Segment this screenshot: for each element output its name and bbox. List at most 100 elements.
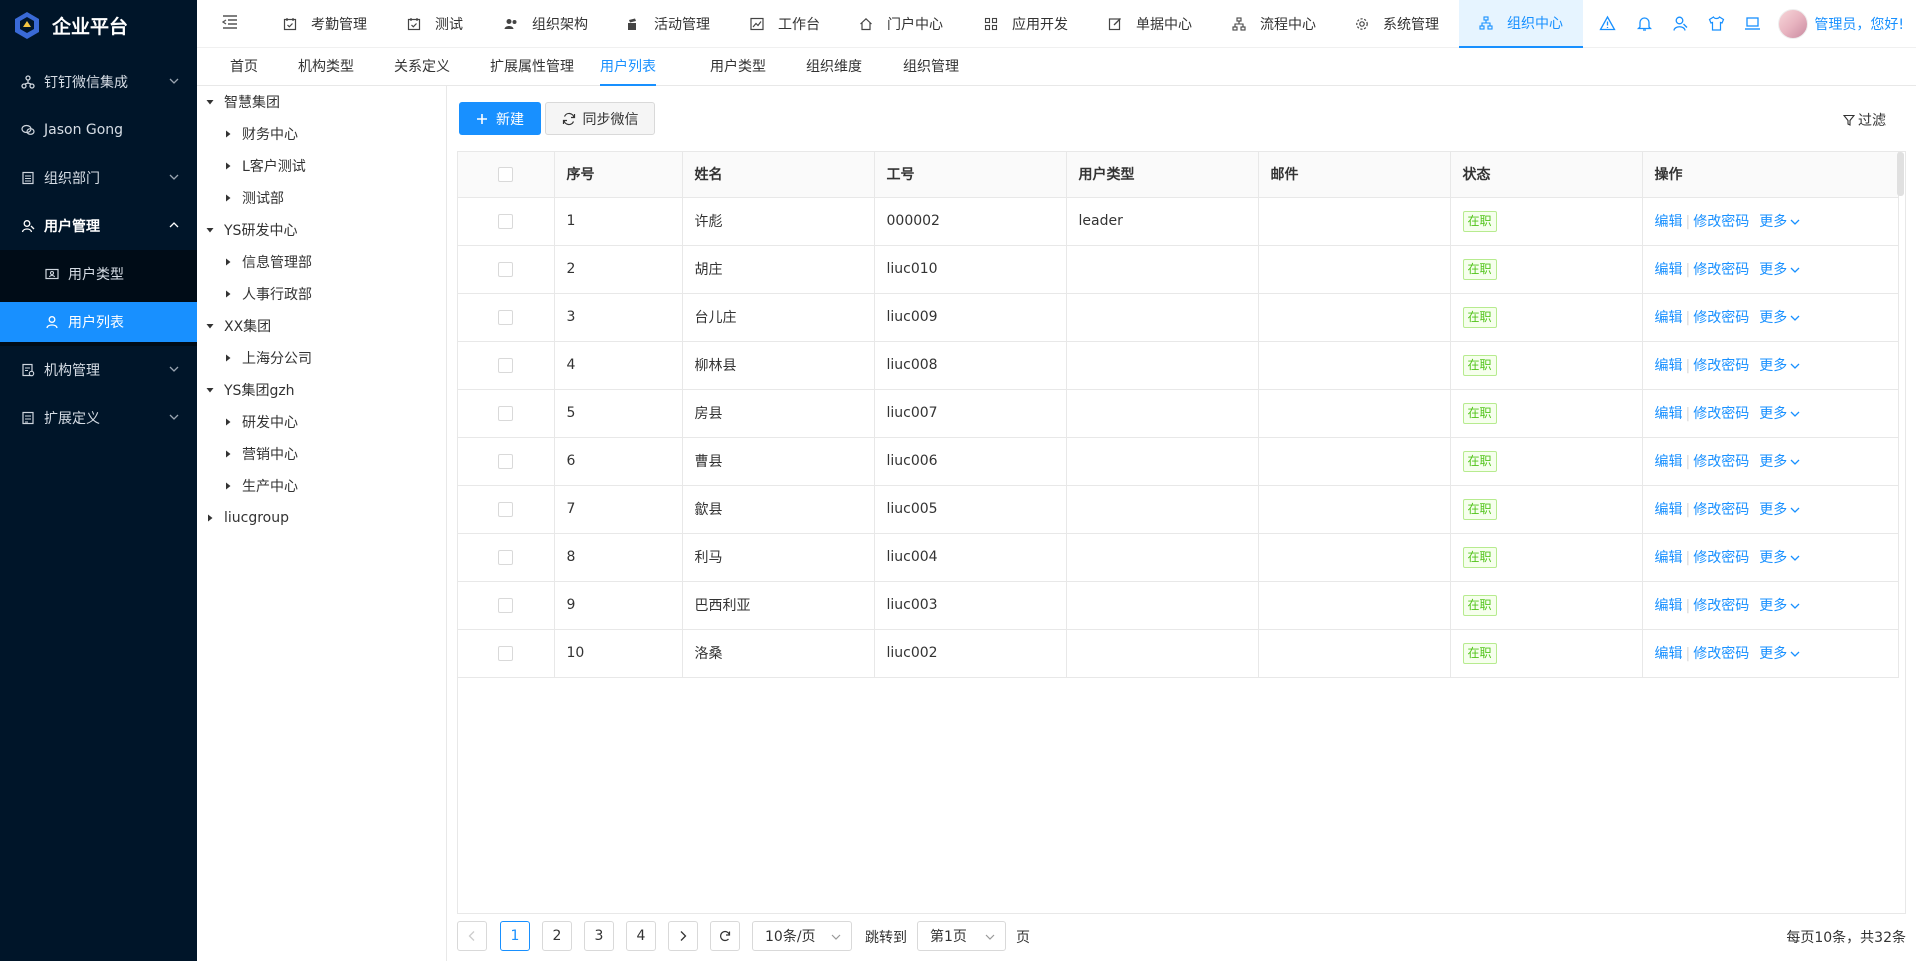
nav-item-documents[interactable]: 单据中心	[1108, 0, 1192, 48]
sidebar-subitem-user-list[interactable]: 用户列表	[0, 302, 197, 342]
menu-fold-icon[interactable]	[221, 13, 239, 31]
row-checkbox[interactable]	[498, 261, 514, 277]
more-dropdown[interactable]: 更多	[1759, 454, 1800, 470]
tree-node[interactable]: 研发中心	[223, 406, 298, 438]
row-checkbox[interactable]	[498, 501, 514, 517]
table-row[interactable]: 3 台儿庄 liuc009 在职 编辑 | 修改密码 更多	[458, 293, 1899, 342]
change-password-link[interactable]: 修改密码	[1693, 358, 1749, 374]
table-row[interactable]: 5 房县 liuc007 在职 编辑 | 修改密码 更多	[458, 389, 1899, 438]
table-scrollbar[interactable]	[1897, 152, 1904, 196]
more-dropdown[interactable]: 更多	[1759, 550, 1800, 566]
sidebar-item-dingtalk[interactable]: 钉钉微信集成	[0, 58, 197, 106]
table-row[interactable]: 7 歙县 liuc005 在职 编辑 | 修改密码 更多	[458, 485, 1899, 534]
more-dropdown[interactable]: 更多	[1759, 262, 1800, 278]
user-menu[interactable]: 管理员，您好!	[1778, 9, 1904, 39]
tab-home[interactable]: 首页	[230, 48, 258, 86]
laptop-icon[interactable]	[1744, 15, 1761, 32]
table-row[interactable]: 2 胡庄 liuc010 在职 编辑 | 修改密码 更多	[458, 245, 1899, 294]
more-dropdown[interactable]: 更多	[1759, 214, 1800, 230]
page-size-select[interactable]: 10条/页	[752, 921, 852, 951]
caret-right-icon[interactable]	[223, 193, 233, 203]
tree-node[interactable]: 人事行政部	[223, 278, 312, 310]
page-button[interactable]: 1	[500, 921, 530, 951]
more-dropdown[interactable]: 更多	[1759, 502, 1800, 518]
tree-node[interactable]: 财务中心	[223, 118, 298, 150]
edit-link[interactable]: 编辑	[1655, 310, 1683, 326]
row-checkbox[interactable]	[498, 405, 514, 421]
tree-node[interactable]: YS研发中心	[205, 214, 297, 246]
row-checkbox[interactable]	[498, 309, 514, 325]
change-password-link[interactable]: 修改密码	[1693, 406, 1749, 422]
caret-right-icon[interactable]	[223, 161, 233, 171]
next-page-button[interactable]	[668, 921, 698, 951]
page-button[interactable]: 2	[542, 921, 572, 951]
nav-item-system[interactable]: 系统管理	[1355, 0, 1439, 48]
edit-link[interactable]: 编辑	[1655, 214, 1683, 230]
nav-item-activity[interactable]: 活动管理	[626, 0, 710, 48]
new-button[interactable]: 新建	[459, 102, 541, 135]
sidebar-item-org-manage[interactable]: 机构管理	[0, 346, 197, 394]
caret-right-icon[interactable]	[223, 129, 233, 139]
edit-link[interactable]: 编辑	[1655, 358, 1683, 374]
tree-node[interactable]: L客户测试	[223, 150, 306, 182]
jump-page-select[interactable]: 第1页	[917, 921, 1006, 951]
caret-right-icon[interactable]	[205, 513, 215, 523]
caret-down-icon[interactable]	[205, 385, 215, 395]
more-dropdown[interactable]: 更多	[1759, 310, 1800, 326]
caret-right-icon[interactable]	[223, 353, 233, 363]
change-password-link[interactable]: 修改密码	[1693, 262, 1749, 278]
bell-icon[interactable]	[1636, 15, 1653, 32]
refresh-button[interactable]	[710, 921, 740, 951]
row-checkbox[interactable]	[498, 549, 514, 565]
page-button[interactable]: 4	[626, 921, 656, 951]
nav-item-portal[interactable]: 门户中心	[859, 0, 943, 48]
tree-node[interactable]: 生产中心	[223, 470, 298, 502]
caret-down-icon[interactable]	[205, 225, 215, 235]
tree-node[interactable]: 营销中心	[223, 438, 298, 470]
nav-item-app-dev[interactable]: 应用开发	[984, 0, 1068, 48]
table-row[interactable]: 1 许彪 000002 leader 在职 编辑 | 修改密码 更多	[458, 197, 1899, 246]
caret-down-icon[interactable]	[205, 321, 215, 331]
nav-item-workbench[interactable]: 工作台	[750, 0, 820, 48]
nav-item-test[interactable]: 测试	[407, 0, 463, 48]
warning-icon[interactable]	[1599, 15, 1616, 32]
sidebar-item-dept[interactable]: 组织部门	[0, 154, 197, 202]
page-button[interactable]: 3	[584, 921, 614, 951]
change-password-link[interactable]: 修改密码	[1693, 214, 1749, 230]
caret-right-icon[interactable]	[223, 417, 233, 427]
user-manage-icon[interactable]	[1672, 15, 1689, 32]
change-password-link[interactable]: 修改密码	[1693, 310, 1749, 326]
prev-page-button[interactable]	[457, 921, 487, 951]
more-dropdown[interactable]: 更多	[1759, 358, 1800, 374]
row-checkbox[interactable]	[498, 213, 514, 229]
caret-down-icon[interactable]	[205, 97, 215, 107]
filter-button[interactable]: 过滤	[1843, 110, 1886, 130]
edit-link[interactable]: 编辑	[1655, 598, 1683, 614]
tab-user-list[interactable]: 用户列表	[600, 48, 656, 86]
caret-right-icon[interactable]	[223, 289, 233, 299]
row-checkbox[interactable]	[498, 357, 514, 373]
edit-link[interactable]: 编辑	[1655, 502, 1683, 518]
table-row[interactable]: 9 巴西利亚 liuc003 在职 编辑 | 修改密码 更多	[458, 581, 1899, 630]
change-password-link[interactable]: 修改密码	[1693, 646, 1749, 662]
edit-link[interactable]: 编辑	[1655, 406, 1683, 422]
tab-org-manage[interactable]: 组织管理	[903, 48, 959, 86]
edit-link[interactable]: 编辑	[1655, 550, 1683, 566]
more-dropdown[interactable]: 更多	[1759, 598, 1800, 614]
select-all-checkbox[interactable]	[498, 166, 514, 182]
more-dropdown[interactable]: 更多	[1759, 646, 1800, 662]
tree-node[interactable]: 智慧集团	[205, 86, 280, 118]
tree-node[interactable]: YS集团gzh	[205, 374, 295, 406]
tree-node[interactable]: 信息管理部	[223, 246, 312, 278]
row-checkbox[interactable]	[498, 597, 514, 613]
change-password-link[interactable]: 修改密码	[1693, 598, 1749, 614]
tree-node[interactable]: 测试部	[223, 182, 284, 214]
skin-icon[interactable]	[1708, 15, 1725, 32]
row-checkbox[interactable]	[498, 645, 514, 661]
table-row[interactable]: 4 柳林县 liuc008 在职 编辑 | 修改密码 更多	[458, 341, 1899, 390]
nav-item-attendance[interactable]: 考勤管理	[283, 0, 367, 48]
tab-relation-def[interactable]: 关系定义	[394, 48, 450, 86]
table-row[interactable]: 8 利马 liuc004 在职 编辑 | 修改密码 更多	[458, 533, 1899, 582]
sync-wechat-button[interactable]: 同步微信	[545, 102, 655, 135]
tab-org-dimension[interactable]: 组织维度	[806, 48, 862, 86]
